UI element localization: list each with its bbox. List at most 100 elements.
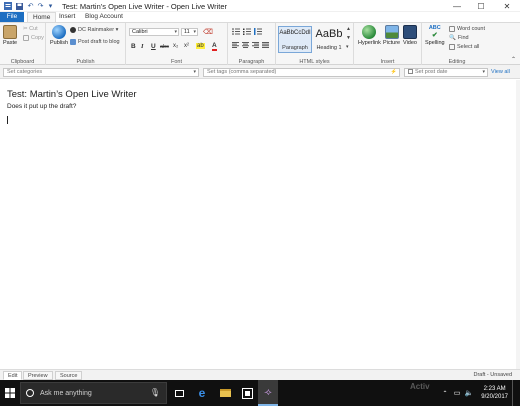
- picture-label: Picture: [383, 40, 401, 46]
- highlight-button[interactable]: ab: [196, 43, 205, 49]
- blog-dropdown-icon: ▾: [115, 27, 119, 33]
- spelling-button[interactable]: ABC ✔ Spelling: [425, 25, 445, 46]
- microphone-icon[interactable]: 🎙: [150, 388, 160, 397]
- font-family-select[interactable]: Calibri ▾: [129, 28, 179, 36]
- open-live-writer-taskbar-button[interactable]: ⟢: [258, 380, 278, 406]
- show-desktop-button[interactable]: [512, 380, 520, 406]
- tab-insert[interactable]: Insert: [54, 12, 80, 22]
- quick-access-dropdown-icon[interactable]: ▾: [46, 1, 55, 11]
- paste-button[interactable]: Paste: [3, 25, 17, 46]
- network-icon[interactable]: ▭: [452, 380, 462, 406]
- close-button[interactable]: ✕: [496, 0, 518, 12]
- font-size-select[interactable]: 11 ▾: [181, 28, 198, 36]
- post-title[interactable]: Test: Martin’s Open Live Writer: [7, 89, 137, 100]
- spelling-label: Spelling: [425, 40, 445, 46]
- select-all-label: Select all: [457, 44, 480, 50]
- tab-home[interactable]: Home: [27, 12, 57, 22]
- style-paragraph[interactable]: AaBbCcDdI Paragraph: [278, 26, 312, 53]
- underline-button[interactable]: U: [151, 43, 156, 50]
- editor-scrollbar[interactable]: [516, 80, 520, 369]
- font-group: Calibri ▾ 11 ▾ ⌫ B I U abc x₂ x² ab A Fo…: [126, 23, 228, 66]
- film-icon: [403, 25, 417, 39]
- categories-field[interactable]: Set categories ▾: [3, 68, 199, 77]
- align-center-button[interactable]: [242, 42, 249, 48]
- style-heading-1[interactable]: AaBb Heading 1: [313, 26, 345, 53]
- paste-icon: [3, 25, 18, 39]
- taskbar-search-placeholder: Ask me anything: [40, 389, 92, 397]
- styles-scroll-up[interactable]: ▲: [346, 26, 351, 32]
- maximize-button[interactable]: ☐: [470, 0, 492, 12]
- minimize-button[interactable]: —: [446, 0, 468, 12]
- post-draft-button[interactable]: Post draft to blog: [70, 39, 120, 45]
- post-body-text[interactable]: Does it put up the draft?: [7, 103, 76, 110]
- wordpress-icon: [70, 27, 76, 33]
- copy-button[interactable]: Copy: [23, 35, 44, 41]
- tab-file[interactable]: File: [0, 12, 24, 22]
- cut-label: Cut: [29, 26, 38, 32]
- tab-blog-account[interactable]: Blog Account: [80, 12, 128, 22]
- volume-icon[interactable]: 🔈: [464, 380, 474, 406]
- publish-button[interactable]: Publish: [50, 25, 68, 46]
- file-explorer-button[interactable]: [216, 380, 234, 406]
- italic-button[interactable]: I: [141, 43, 144, 50]
- store-button[interactable]: [238, 380, 256, 406]
- word-count-button[interactable]: Word count: [449, 26, 485, 32]
- tags-field[interactable]: Set tags (comma separated) ⚡: [203, 68, 400, 77]
- ribbon: Paste ✂ Cut Copy Clipboard Publish DC Ra…: [0, 22, 520, 66]
- video-button[interactable]: Video: [403, 25, 417, 46]
- post-date-field[interactable]: Set post date ▾: [404, 68, 488, 77]
- strikethrough-button[interactable]: abc: [160, 44, 169, 50]
- align-left-icon: [232, 42, 239, 48]
- align-right-button[interactable]: [252, 42, 259, 48]
- chevron-up-icon: ⌃: [511, 57, 517, 63]
- view-all-link[interactable]: View all: [491, 69, 510, 75]
- superscript-button[interactable]: x²: [184, 43, 189, 49]
- checkbox-icon[interactable]: [408, 69, 413, 75]
- align-left-button[interactable]: [232, 42, 239, 48]
- taskbar-clock[interactable]: 2:23 AM 9/20/2017: [481, 385, 508, 401]
- task-view-button[interactable]: [171, 380, 187, 406]
- cut-button[interactable]: ✂ Cut: [23, 26, 38, 32]
- taskbar-search[interactable]: Ask me anything 🎙: [20, 382, 167, 404]
- justify-button[interactable]: [262, 42, 269, 48]
- picture-icon: [384, 25, 399, 39]
- bold-button[interactable]: B: [131, 43, 136, 50]
- redo-icon[interactable]: ↷: [36, 1, 45, 11]
- edge-button[interactable]: e: [193, 380, 211, 406]
- bulleted-list-button[interactable]: [232, 28, 240, 35]
- save-icon[interactable]: [15, 1, 24, 11]
- select-all-button[interactable]: Select all: [449, 44, 479, 50]
- paste-label: Paste: [3, 40, 18, 46]
- styles-scroll-down[interactable]: ▼: [346, 35, 351, 41]
- tab-source[interactable]: Source: [55, 371, 83, 380]
- blockquote-button[interactable]: [254, 28, 262, 35]
- scissors-icon: ✂: [23, 26, 28, 32]
- tab-preview[interactable]: Preview: [23, 371, 53, 380]
- chevron-down-icon: ▾: [174, 29, 177, 35]
- activation-watermark: Activ: [410, 382, 430, 391]
- picture-button[interactable]: Picture: [383, 25, 400, 46]
- undo-icon[interactable]: ↶: [26, 1, 35, 11]
- video-label: Video: [403, 40, 417, 46]
- taskbar: Ask me anything 🎙 e ⟢ Activ ⌃ ▭ 🔈 2:23 A…: [0, 380, 520, 406]
- clock-time: 2:23 AM: [483, 386, 506, 392]
- lightning-icon: ⚡: [390, 69, 397, 75]
- collapse-ribbon-button[interactable]: ⌃: [511, 56, 516, 63]
- quote-icon: [254, 28, 262, 35]
- bullet-list-icon: [232, 28, 240, 35]
- editor-area[interactable]: Test: Martin’s Open Live Writer Does it …: [0, 80, 520, 369]
- styles-more[interactable]: ▾: [346, 44, 349, 50]
- start-button[interactable]: [0, 380, 20, 406]
- font-color-button[interactable]: A: [212, 42, 217, 51]
- find-button[interactable]: 🔍 Find: [449, 35, 469, 41]
- numbered-list-button[interactable]: [243, 28, 251, 35]
- subscript-button[interactable]: x₂: [173, 43, 178, 49]
- open-live-writer-icon: ⟢: [264, 386, 272, 398]
- tags-placeholder: Set tags (comma separated): [207, 69, 277, 75]
- post-draft-label: Post draft to blog: [78, 39, 120, 45]
- clear-formatting-button[interactable]: ⌫: [203, 28, 213, 36]
- show-hidden-icons-button[interactable]: ⌃: [440, 380, 450, 406]
- tab-edit[interactable]: Edit: [3, 371, 23, 380]
- hyperlink-button[interactable]: Hyperlink: [358, 25, 381, 46]
- blog-selector[interactable]: DC Rainmaker ▾: [70, 27, 118, 33]
